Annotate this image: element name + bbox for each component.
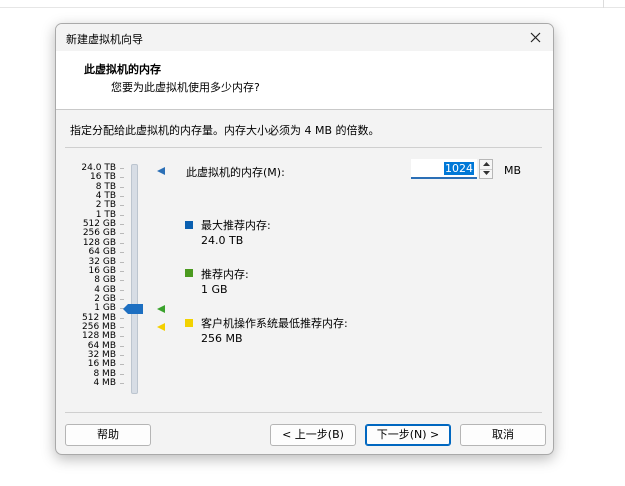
close-icon	[530, 32, 540, 43]
help-button[interactable]: 帮助	[65, 424, 151, 446]
scale-tick	[120, 298, 124, 300]
scale-tick	[120, 317, 124, 319]
memory-input-group: 1024	[411, 159, 493, 179]
memory-spinner	[479, 159, 493, 179]
memory-input[interactable]: 1024	[411, 159, 477, 179]
scale-tick	[120, 177, 124, 179]
close-button[interactable]	[524, 28, 546, 47]
instruction-text: 指定分配给此虚拟机的内存量。内存大小必须为 4 MB 的倍数。	[70, 124, 380, 137]
max-recommended-swatch	[185, 221, 193, 229]
page-subtitle: 您要为此虚拟机使用多少内存?	[111, 81, 260, 94]
scale-label: 64 GB	[88, 247, 116, 258]
scale-tick	[120, 383, 124, 385]
scale-tick	[120, 252, 124, 254]
scale-tick	[120, 280, 124, 282]
background-divider	[0, 7, 625, 8]
back-button[interactable]: < 上一步(B)	[270, 424, 356, 446]
guest-minimum-title: 客户机操作系统最低推荐内存:	[201, 317, 348, 330]
guest-minimum-swatch	[185, 319, 193, 327]
memory-unit: MB	[504, 164, 522, 177]
scale-tick	[120, 326, 124, 328]
memory-scale: 24.0 TB 16 TB 8 TB 4 TB 2 TB 1 TB 512 GB 256 GB…	[56, 164, 124, 394]
next-button[interactable]: 下一步(N) >	[365, 424, 451, 446]
scale-tick	[120, 355, 124, 356]
scale-tick	[120, 242, 124, 244]
cancel-button[interactable]: 取消	[460, 424, 546, 446]
scale-tick	[120, 364, 124, 366]
scale-tick	[120, 196, 124, 198]
scale-tick	[120, 345, 124, 347]
new-vm-wizard-dialog: 新建虚拟机向导 此虚拟机的内存 您要为此虚拟机使用多少内存? 指定分配给此虚拟机…	[55, 23, 554, 455]
spin-up-icon	[482, 162, 490, 166]
scale-tick	[120, 214, 124, 216]
scale-tick	[120, 186, 124, 188]
max-recommended-marker	[157, 167, 165, 175]
spin-down-button[interactable]	[480, 169, 492, 178]
max-recommended-value: 24.0 TB	[201, 234, 244, 247]
scale-label: 8 GB	[94, 275, 116, 286]
memory-input-value: 1024	[444, 162, 474, 175]
memory-slider-track[interactable]	[131, 164, 138, 394]
scale-tick	[120, 233, 124, 235]
scale-tick	[120, 270, 124, 272]
scale-tick	[120, 261, 124, 263]
recommended-title: 推荐内存:	[201, 268, 249, 281]
recommended-value: 1 GB	[201, 283, 228, 296]
slider-thumb-icon	[123, 304, 143, 314]
page-title: 此虚拟机的内存	[84, 63, 161, 76]
scale-tick	[120, 168, 124, 169]
scale-tick	[120, 336, 124, 338]
spin-down-icon	[482, 171, 490, 175]
memory-label: 此虚拟机的内存(M):	[186, 166, 285, 179]
background-tick	[603, 0, 604, 8]
recommended-swatch	[185, 269, 193, 277]
header-panel: 此虚拟机的内存 您要为此虚拟机使用多少内存?	[56, 51, 553, 110]
scale-tick	[120, 205, 124, 207]
title-bar: 新建虚拟机向导	[56, 24, 553, 51]
scale-label: 4 MB	[93, 378, 116, 389]
recommended-marker	[157, 305, 165, 313]
scale-tick	[120, 373, 124, 375]
window-title: 新建虚拟机向导	[66, 33, 143, 46]
scale-label: 128 MB	[82, 331, 116, 342]
scale-tick	[120, 289, 124, 291]
guest-minimum-value: 256 MB	[201, 332, 243, 345]
memory-slider-thumb[interactable]	[123, 304, 143, 314]
scale-label: 1 GB	[94, 303, 116, 314]
max-recommended-title: 最大推荐内存:	[201, 219, 271, 232]
scale-label: 16 TB	[90, 172, 116, 183]
scale-label: 16 MB	[87, 359, 116, 370]
guest-minimum-marker	[157, 323, 165, 331]
scale-tick	[120, 224, 124, 226]
